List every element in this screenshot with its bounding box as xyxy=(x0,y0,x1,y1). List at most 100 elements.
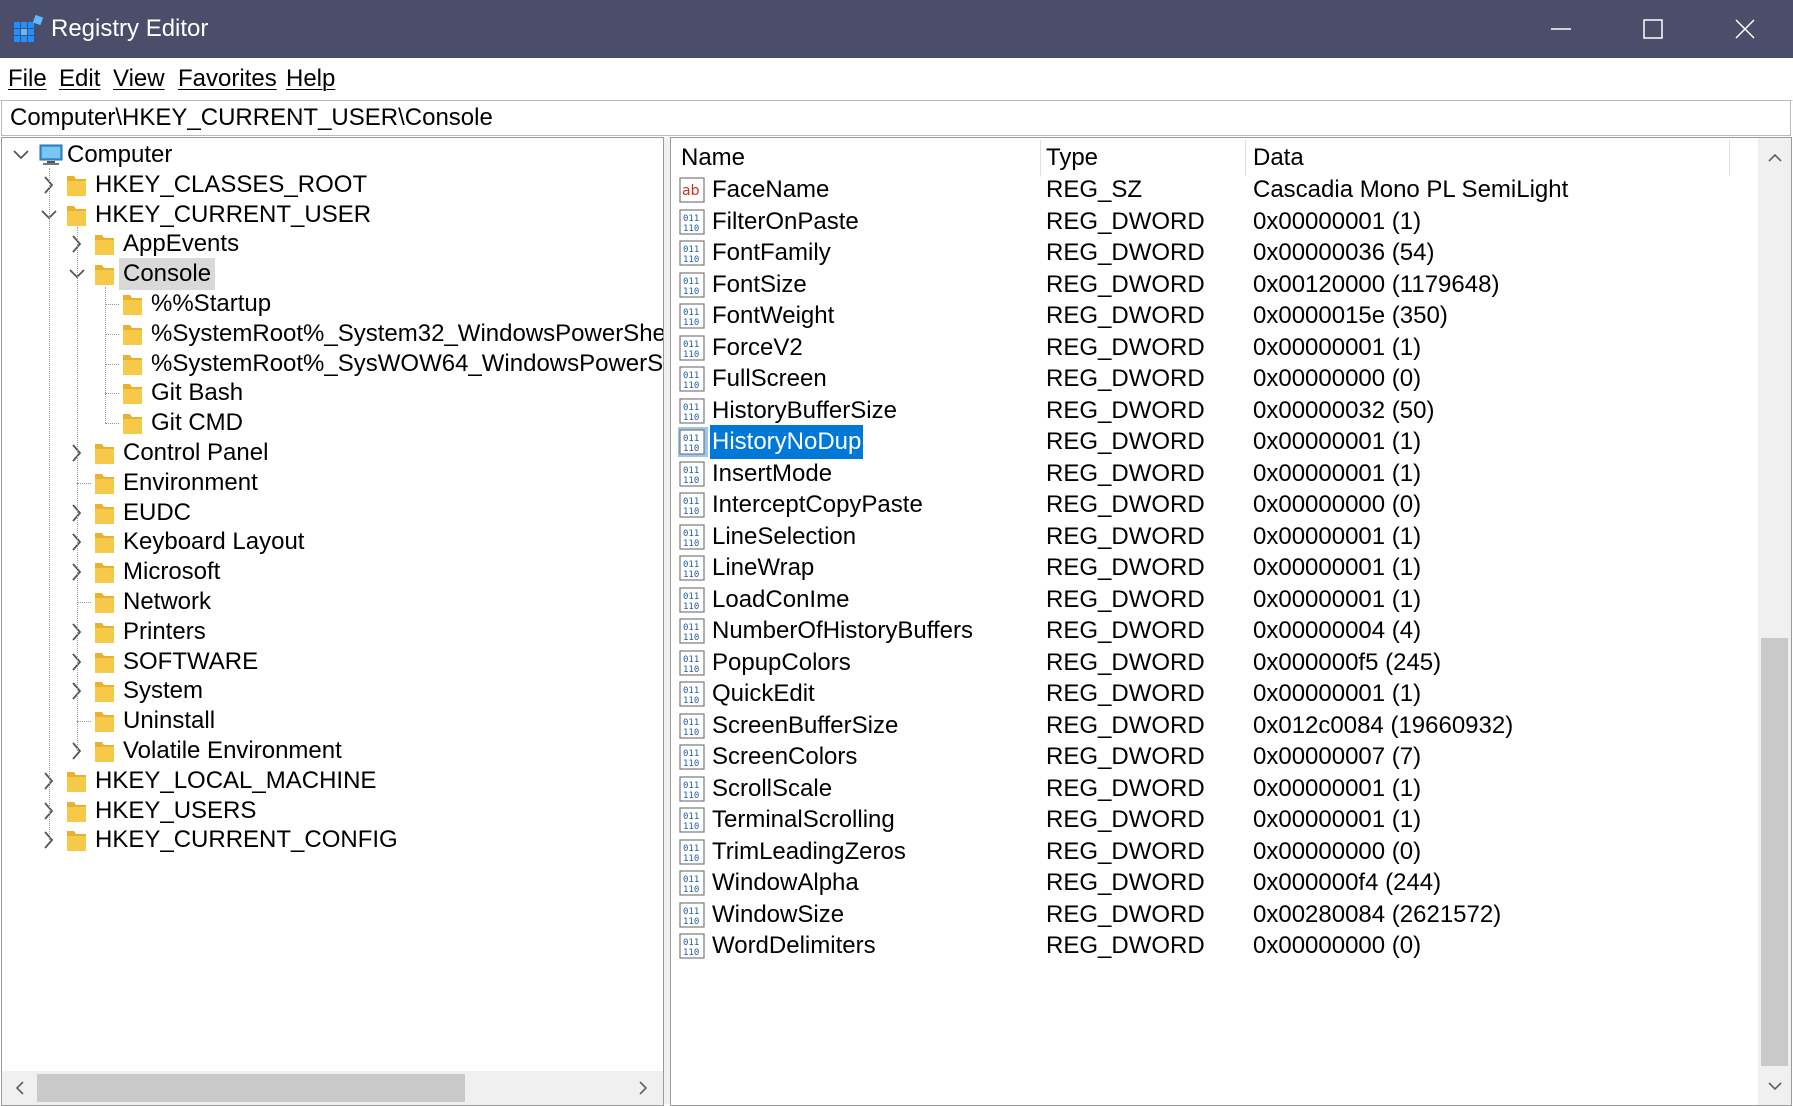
tree-node-label[interactable]: Printers xyxy=(119,616,210,648)
tree-node-label[interactable]: Git Bash xyxy=(147,377,247,409)
tree-scroll-thumb[interactable] xyxy=(37,1074,465,1102)
tree-node-label[interactable]: %SystemRoot%_System32_WindowsPowerShe xyxy=(147,318,663,350)
address-bar[interactable]: Computer\HKEY_CURRENT_USER\Console xyxy=(1,100,1791,136)
tree-node[interactable]: Uninstall xyxy=(2,704,663,738)
menu-file[interactable]: File xyxy=(8,64,47,94)
tree-node[interactable]: Network xyxy=(2,585,663,619)
value-row[interactable]: 011 110 FontFamily REG_DWORD 0x00000036 (54) xyxy=(671,235,1756,271)
value-name[interactable]: QuickEdit xyxy=(710,677,817,711)
tree-node[interactable]: %%Startup xyxy=(2,287,663,321)
address-path[interactable]: Computer\HKEY_CURRENT_USER\Console xyxy=(10,103,493,133)
tree-node-label[interactable]: Volatile Environment xyxy=(119,735,346,767)
tree-node[interactable]: AppEvents xyxy=(2,227,663,261)
value-row[interactable]: 011 110 NumberOfHistoryBuffers REG_DWORD 0x0… xyxy=(671,613,1756,649)
menu-edit[interactable]: Edit xyxy=(59,64,100,94)
value-name[interactable]: HistoryNoDup xyxy=(710,425,864,459)
value-name[interactable]: HistoryBufferSize xyxy=(710,394,899,428)
value-row[interactable]: 011 110 WindowAlpha REG_DWORD 0x000000f4 (24… xyxy=(671,865,1756,901)
tree-node[interactable]: Git Bash xyxy=(2,376,663,410)
tree-node[interactable]: Keyboard Layout xyxy=(2,525,663,559)
value-row[interactable]: 011 110 HistoryNoDup REG_DWORD 0x00000001 (1… xyxy=(671,424,1756,460)
tree-node-label[interactable]: Keyboard Layout xyxy=(119,526,308,558)
values-list-pane[interactable]: Name Type Data ab FaceName REG_SZ Cascadia … xyxy=(670,137,1792,1106)
tree-node-label[interactable]: Console xyxy=(119,258,216,290)
value-name[interactable]: FontSize xyxy=(710,268,809,302)
value-name[interactable]: WordDelimiters xyxy=(710,929,878,963)
tree-node[interactable]: System xyxy=(2,674,663,708)
value-name[interactable]: LoadConIme xyxy=(710,583,851,617)
value-name[interactable]: WindowAlpha xyxy=(710,866,861,900)
value-name[interactable]: PopupColors xyxy=(710,646,853,680)
tree-node[interactable]: HKEY_CURRENT_CONFIG xyxy=(2,823,663,857)
close-button[interactable] xyxy=(1699,0,1791,58)
minimize-button[interactable] xyxy=(1515,0,1607,58)
menu-favorites[interactable]: Favorites xyxy=(178,64,277,94)
tree-node-label[interactable]: Computer xyxy=(63,139,176,171)
value-row[interactable]: 011 110 FullScreen REG_DWORD 0x00000000 (0) xyxy=(671,361,1756,397)
scroll-left-icon[interactable] xyxy=(12,1080,28,1096)
value-row[interactable]: 011 110 QuickEdit REG_DWORD 0x00000001 (1) xyxy=(671,676,1756,712)
value-name[interactable]: ScreenColors xyxy=(710,740,859,774)
column-divider[interactable] xyxy=(1040,140,1041,176)
tree-node-label[interactable]: HKEY_CLASSES_ROOT xyxy=(91,169,371,201)
scroll-down-icon[interactable] xyxy=(1767,1078,1783,1094)
menu-view[interactable]: View xyxy=(113,64,165,94)
tree-node-label[interactable]: Git CMD xyxy=(147,407,247,439)
value-name[interactable]: InsertMode xyxy=(710,457,834,491)
tree-node[interactable]: Git CMD xyxy=(2,406,663,440)
tree-node-label[interactable]: System xyxy=(119,675,207,707)
scroll-right-icon[interactable] xyxy=(635,1080,651,1096)
tree-node-label[interactable]: Environment xyxy=(119,467,262,499)
value-name[interactable]: FaceName xyxy=(710,173,831,207)
value-row[interactable]: 011 110 LineWrap REG_DWORD 0x00000001 (1) xyxy=(671,550,1756,586)
key-tree-pane[interactable]: Computer HKEY_CLASSES_ROOT HKEY_CURRENT_US… xyxy=(1,137,664,1106)
value-name[interactable]: LineSelection xyxy=(710,520,858,554)
value-name[interactable]: TerminalScrolling xyxy=(710,803,897,837)
tree-node[interactable]: Console xyxy=(2,257,663,291)
scroll-up-icon[interactable] xyxy=(1767,150,1783,166)
tree-node[interactable]: Computer xyxy=(2,138,663,172)
menu-help[interactable]: Help xyxy=(286,64,335,94)
value-name[interactable]: InterceptCopyPaste xyxy=(710,488,925,522)
value-row[interactable]: 011 110 TerminalScrolling REG_DWORD 0x000000… xyxy=(671,802,1756,838)
value-name[interactable]: FontWeight xyxy=(710,299,836,333)
column-divider[interactable] xyxy=(1729,140,1730,176)
value-name[interactable]: FullScreen xyxy=(710,362,829,396)
value-name[interactable]: LineWrap xyxy=(710,551,816,585)
value-name[interactable]: TrimLeadingZeros xyxy=(710,835,908,869)
value-name[interactable]: ScreenBufferSize xyxy=(710,709,900,743)
tree-node[interactable]: Environment xyxy=(2,466,663,500)
tree-node-label[interactable]: Control Panel xyxy=(119,437,272,469)
value-name[interactable]: ForceV2 xyxy=(710,331,805,365)
value-name[interactable]: FontFamily xyxy=(710,236,833,270)
tree-node-label[interactable]: %%Startup xyxy=(147,288,275,320)
value-row[interactable]: 011 110 ScreenColors REG_DWORD 0x00000007 (7… xyxy=(671,739,1756,775)
value-row[interactable]: 011 110 WordDelimiters REG_DWORD 0x00000000 … xyxy=(671,928,1756,964)
maximize-button[interactable] xyxy=(1607,0,1699,58)
tree-node[interactable]: Control Panel xyxy=(2,436,663,470)
values-scroll-thumb[interactable] xyxy=(1761,638,1788,1066)
value-name[interactable]: WindowSize xyxy=(710,898,846,932)
tree-node[interactable]: Printers xyxy=(2,615,663,649)
tree-node[interactable]: Microsoft xyxy=(2,555,663,589)
values-vertical-scrollbar[interactable] xyxy=(1758,138,1791,1105)
tree-node-label[interactable]: AppEvents xyxy=(119,228,243,260)
value-name[interactable]: FilterOnPaste xyxy=(710,205,861,239)
tree-node-label[interactable]: HKEY_LOCAL_MACHINE xyxy=(91,765,380,797)
tree-node-label[interactable]: Network xyxy=(119,586,215,618)
value-name[interactable]: NumberOfHistoryBuffers xyxy=(710,614,975,648)
tree-node[interactable]: HKEY_LOCAL_MACHINE xyxy=(2,764,663,798)
tree-node[interactable]: HKEY_CLASSES_ROOT xyxy=(2,168,663,202)
value-name[interactable]: ScrollScale xyxy=(710,772,834,806)
tree-node[interactable]: Volatile Environment xyxy=(2,734,663,768)
tree-node-label[interactable]: HKEY_CURRENT_CONFIG xyxy=(91,824,402,856)
tree-node[interactable]: %SystemRoot%_System32_WindowsPowerShe xyxy=(2,317,663,351)
tree-node-label[interactable]: Uninstall xyxy=(119,705,219,737)
tree-node-label[interactable]: Microsoft xyxy=(119,556,224,588)
collapse-chevron-icon[interactable] xyxy=(11,141,31,169)
value-row[interactable]: 011 110 InterceptCopyPaste REG_DWORD 0x00000… xyxy=(671,487,1756,523)
tree-horizontal-scrollbar[interactable] xyxy=(2,1071,663,1105)
value-row[interactable]: 011 110 FontWeight REG_DWORD 0x0000015e (350… xyxy=(671,298,1756,334)
value-row[interactable]: ab FaceName REG_SZ Cascadia Mono PL SemiLig… xyxy=(671,172,1756,208)
column-divider[interactable] xyxy=(1245,140,1246,176)
